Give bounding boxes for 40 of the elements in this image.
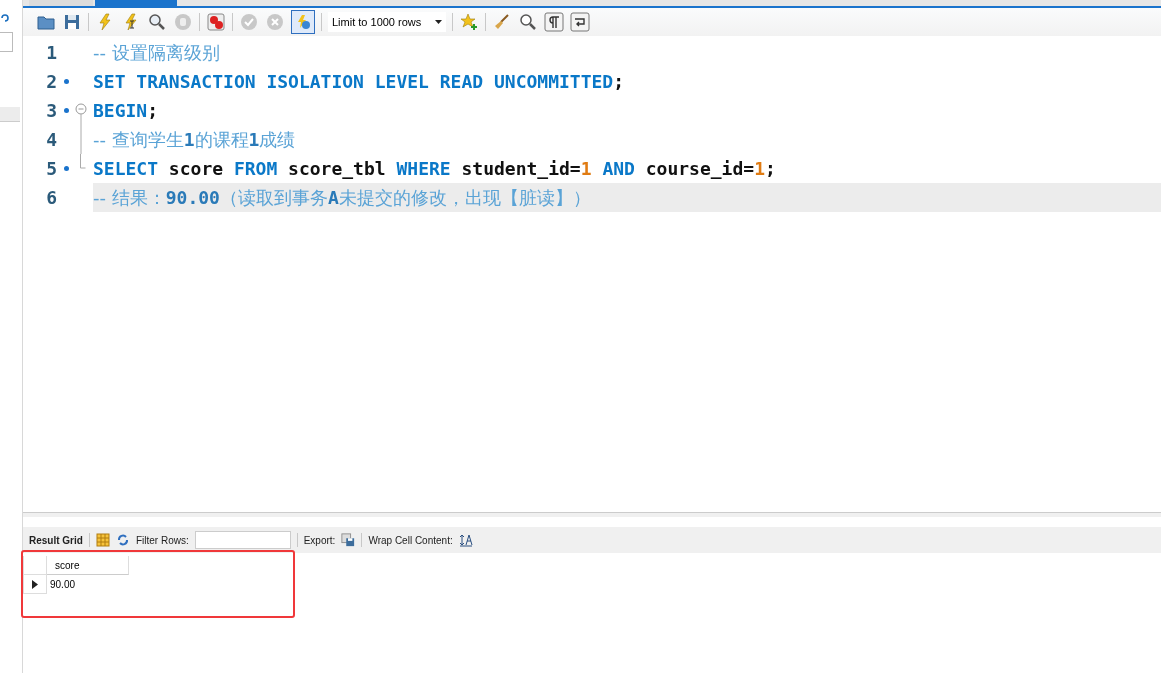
stop-error-icon[interactable] [206,12,226,32]
line-number: 6 [45,187,57,208]
fold-end-line [80,154,86,169]
line-number: 4 [45,129,57,150]
code-line: BEGIN; [93,99,159,123]
row-pointer-icon [32,579,38,589]
code-line: SET TRANSACTION ISOLATION LEVEL READ UNCOMMITTED; [93,70,624,94]
magnifier-icon[interactable] [147,12,167,32]
line-number: 1 [45,42,57,63]
commit-check-icon[interactable] [239,12,259,32]
code-line: -- 设置隔离级别 [93,40,220,65]
table-cell-text: 90.00 [49,578,77,592]
line-number: 2 [45,71,57,92]
limit-dropdown[interactable]: Limit to 1000 rows [328,12,446,32]
filter-label: Filter Rows: [135,534,189,546]
refresh-icon[interactable] [115,533,130,547]
autocommit-toggle[interactable] [291,10,315,34]
export-label: Export: [303,534,336,546]
grid-icon[interactable] [95,533,110,547]
save-icon[interactable] [62,12,82,32]
fold-line [80,125,82,154]
export-icon[interactable] [341,533,356,547]
pilcrow-icon[interactable] [544,12,564,32]
column-header[interactable]: score [47,556,129,575]
line-number: 3 [45,100,57,121]
wrap-text-icon[interactable] [458,533,473,547]
filter-field[interactable] [194,531,291,549]
refresh-icon[interactable] [0,13,10,23]
code-line: SELECT score FROM score_tbl WHERE student_id=1 AND course_id=1; [93,157,776,181]
caret-icon [435,20,442,24]
magnifier-icon[interactable] [518,12,538,32]
line-number: 5 [45,158,57,179]
wrap-icon[interactable] [570,12,590,32]
search-field[interactable] [0,32,13,52]
star-plus-icon[interactable] [459,12,479,32]
row-header[interactable] [23,575,47,594]
result-grid-tab[interactable]: Result Grid [29,534,83,546]
wrap-label: Wrap Cell Content: [368,534,453,546]
code-line: -- 查询学生1的课程1成绩 [93,127,296,152]
code-editor[interactable]: 1 -- 设置隔离级别 2 SET TRANSACTION ISOLATION LEVEL READ UNCOMMITTED; 3 BEGIN; 4 -- 查询学生1的课程1成绩 5 SELECT score FROM score_tbl WHERE student_id=1 AND course_id=1; 6 -- 结果：90.00（读取到事务A未提交的修改，出现【脏读】） [23,36,1161,508]
